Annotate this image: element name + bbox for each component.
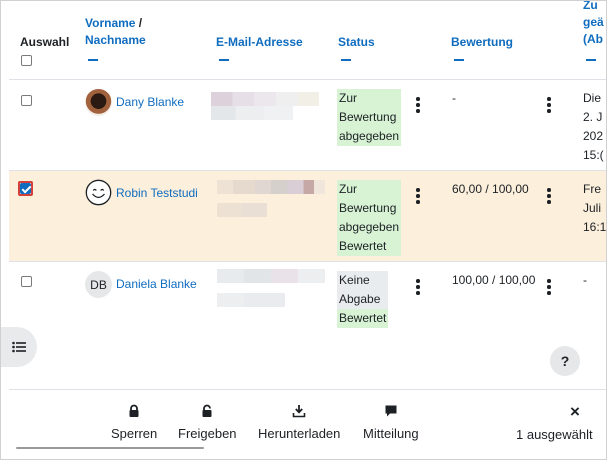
header-vorname[interactable]: Vorname [85,16,135,30]
help-button[interactable]: ? [550,346,580,376]
unlock-button[interactable]: Freigeben [178,404,237,441]
last-modified-line: 2. J [583,110,603,124]
status-line: Bewertet [337,237,402,256]
unlock-label: Freigeben [178,426,237,441]
grade-actions-kebab-icon[interactable] [547,97,551,115]
grade-value: 60,00 / 100,00 [452,182,529,196]
list-icon [12,341,26,353]
student-name-link[interactable]: Daniela Blanke [116,277,197,291]
status-line: Keine [337,271,389,290]
message-icon [385,405,397,417]
student-name-link[interactable]: Dany Blanke [116,95,184,109]
lock-icon [129,404,139,417]
download-label: Herunterladen [258,426,341,441]
header-last-modified[interactable]: Zu geä (Ab [583,0,604,48]
row-checkbox[interactable] [21,95,32,106]
last-modified-value: - [583,273,587,287]
header-bewertung-sort-indicator [454,59,464,61]
status-line: Bewertet [337,309,389,328]
photo-avatar [85,89,112,116]
status-cell: Zur Bewertung abgegeben [337,89,402,146]
last-modified-line: 202 [583,129,604,143]
message-label: Mitteilung [363,426,419,441]
header-last-modified-2: geä [583,15,604,29]
header-nachname[interactable]: Nachname [85,33,146,47]
status-line: Zur [337,89,402,108]
table-row-selected: Robin Teststudi Zur Bewertung abgegeben … [9,171,606,261]
table-row: DB Daniela Blanke Keine Abgabe Bewertet … [9,262,606,342]
horizontal-scrollbar[interactable] [16,447,204,449]
status-line: Bewertung [337,108,402,127]
table-row: Dany Blanke Zur Bewertung abgegeben - Di… [9,80,606,170]
grade-value: 100,00 / 100,00 [452,273,536,287]
header-last-modified-3: (Ab [583,32,603,46]
bulk-actions-footer: Sperren Freigeben Herunterladen Mitteilu… [9,389,606,459]
message-button[interactable]: Mitteilung [363,404,419,441]
status-actions-kebab-icon[interactable] [416,188,420,206]
smiley-avatar [85,179,112,206]
grade-actions-kebab-icon[interactable] [547,188,551,206]
last-modified-line: 16:1 [583,220,607,234]
selection-count: 1 ausgewählt [516,427,593,442]
status-line: abgegeben [337,127,402,146]
status-cell: Zur Bewertung abgegeben Bewertet [337,180,402,256]
last-modified-line: Fre [583,182,601,196]
status-line: Bewertung [337,199,402,218]
grade-value: - [452,91,456,105]
close-selection-button[interactable]: × [570,402,580,422]
unlock-icon [202,404,212,417]
header-last-modified-sort-indicator [586,59,596,61]
row-checkbox[interactable] [20,183,31,194]
row-checkbox[interactable] [21,276,32,287]
last-modified-cell: Fre Juli 16:1 [583,180,606,237]
lock-label: Sperren [111,426,158,441]
last-modified-cell: Die 2. J 202 15:( [583,89,604,165]
last-modified-line: Juli [583,201,602,215]
header-auswahl: Auswahl [20,35,70,49]
header-status-sort-indicator [341,59,351,61]
last-modified-line: Die [583,91,602,105]
student-name-link[interactable]: Robin Teststudi [116,186,198,200]
header-name[interactable]: Vorname / Nachname [85,15,146,49]
status-cell: Keine Abgabe Bewertet [337,271,389,328]
header-email-sort-indicator [219,59,229,61]
select-all-checkbox[interactable] [21,55,32,66]
drawer-toggle-button[interactable] [1,327,37,367]
grading-table-window: Auswahl Vorname / Nachname E-Mail-Adress… [0,0,607,460]
header-email[interactable]: E-Mail-Adresse [216,34,303,51]
status-actions-kebab-icon[interactable] [416,97,420,115]
download-icon [292,405,306,418]
header-bewertung[interactable]: Bewertung [451,34,513,51]
help-icon: ? [560,353,570,369]
lock-button[interactable]: Sperren [111,404,157,441]
header-name-sort-indicator [88,59,98,61]
status-line: Abgabe [337,290,389,309]
header-last-modified-1: Zu [583,0,598,12]
header-slash: / [135,16,143,30]
grade-actions-kebab-icon[interactable] [547,279,551,297]
status-actions-kebab-icon[interactable] [416,279,420,297]
last-modified-line: 15:( [583,148,604,162]
initials-avatar: DB [85,271,112,298]
header-status[interactable]: Status [338,34,375,51]
download-button[interactable]: Herunterladen [258,404,340,441]
status-line: abgegeben [337,218,402,237]
status-line: Zur [337,180,402,199]
